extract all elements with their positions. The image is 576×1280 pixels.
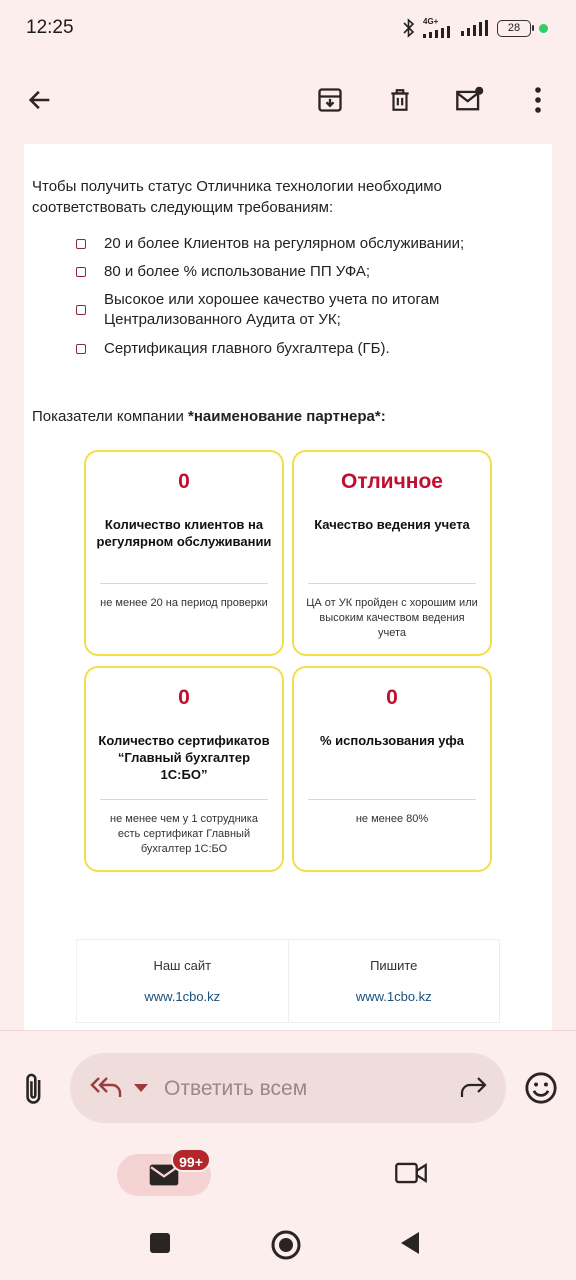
metric-title: % использования уфа [320,733,464,748]
metric-title: Качество ведения учета [314,517,470,532]
email-body: Чтобы получить статус Отличника технолог… [24,144,552,1030]
signal-icon-sim2 [461,20,488,36]
paperclip-icon [26,1073,41,1104]
company-name: *наименование партнера*: [187,408,386,425]
status-time: 12:25 [26,17,74,38]
nav-meet-tab[interactable] [394,1160,428,1191]
emoji-icon [525,1072,557,1104]
back-triangle-icon [401,1232,419,1254]
requirement-text: Сертификация главного бухгалтера (ГБ). [104,340,390,357]
status-indicators: 4G+ 28 [403,18,548,38]
home-circle-icon [271,1230,301,1260]
contact-footer: Наш сайт www.1cbo.kz Пишите www.1cbo.kz [76,939,500,1023]
metric-title: Количество сертификатов “Главный бухгалт… [98,733,270,782]
delete-button[interactable] [378,78,422,122]
metric-title: Количество клиентов на регулярном обслуж… [96,517,272,549]
network-type-label: 4G+ [423,17,439,26]
metric-value: 0 [386,686,398,709]
more-options-button[interactable] [516,78,560,122]
company-prefix: Показатели компании [32,408,188,425]
metric-card-certificates: 0 Количество сертификатов “Главный бухга… [84,666,284,872]
footer-cell-site: Наш сайт www.1cbo.kz [77,940,289,1023]
unread-count-badge: 99+ [171,1148,211,1172]
card-divider [100,799,268,800]
forward-icon [460,1077,487,1097]
attach-button[interactable] [18,1071,50,1107]
requirements-list: 20 и более Клиентов на регулярном обслуж… [76,234,516,367]
battery-indicator: 28 [497,19,534,37]
reply-bar: Ответить всем [0,1030,576,1140]
card-divider [308,799,476,800]
emoji-button[interactable] [524,1071,558,1110]
requirement-item: Высокое или хорошее качество учета по ит… [76,290,516,330]
bluetooth-icon [403,18,415,38]
delete-icon [391,89,409,111]
metric-value: Отличное [341,470,443,493]
footer-cell-write: Пишите www.1cbo.kz [288,940,500,1023]
footer-label: Пишите [370,958,418,973]
reply-mode-dropdown-icon[interactable] [134,1084,148,1092]
recents-square-icon [150,1233,170,1253]
system-navigation [0,1210,576,1280]
back-arrow-icon [28,90,50,110]
footer-label: Наш сайт [153,958,212,973]
archive-icon [318,88,342,112]
reply-all-icon [90,1077,122,1097]
mobile-signal-4g: 4G+ [423,18,453,38]
reply-compose-pill[interactable]: Ответить всем [70,1053,506,1123]
status-bar: 12:25 4G+ 28 [0,0,576,58]
requirement-text: 20 и более Клиентов на регулярном обслуж… [104,235,465,252]
metric-value: 0 [178,470,190,493]
home-button[interactable] [270,1229,302,1266]
requirement-item: 20 и более Клиентов на регулярном обслуж… [76,234,516,254]
metric-note: не менее 20 на период проверки [100,597,268,609]
mark-unread-icon [456,86,484,111]
back-button[interactable] [18,78,62,122]
metric-card-clients: 0 Количество клиентов на регулярном обсл… [84,450,284,656]
back-nav-button[interactable] [399,1231,421,1260]
signal-icon [423,26,450,38]
requirement-item: 80 и более % использование ПП УФА; [76,262,516,282]
footer-link-write[interactable]: www.1cbo.kz [289,989,500,1004]
requirement-item: Сертификация главного бухгалтера (ГБ). [76,339,516,359]
card-divider [100,583,268,584]
top-app-bar [0,58,576,144]
bottom-navigation: 99+ [0,1140,576,1210]
mark-unread-button[interactable] [448,78,492,122]
checkbox-icon [76,344,86,354]
checkbox-icon [76,239,86,249]
archive-button[interactable] [308,78,352,122]
footer-link-site[interactable]: www.1cbo.kz [77,989,288,1004]
checkbox-icon [76,305,86,315]
requirement-text: Высокое или хорошее качество учета по ит… [104,291,440,328]
privacy-indicator-dot [539,23,548,33]
video-camera-icon [395,1162,427,1184]
metric-note: не менее чем у 1 сотрудника есть сертифи… [110,813,258,855]
email-intro-text: Чтобы получить статус Отличника технолог… [32,178,442,216]
more-vert-icon [535,87,541,113]
reply-all-button[interactable] [90,1075,124,1104]
reply-all-input[interactable]: Ответить всем [164,1077,307,1101]
card-divider [308,583,476,584]
forward-button[interactable] [458,1075,488,1104]
metric-card-ufa-usage: 0 % использования уфа не менее 80% [292,666,492,872]
recents-button[interactable] [149,1232,171,1259]
checkbox-icon [76,267,86,277]
metric-note: не менее 80% [355,813,429,825]
company-indicators-heading: Показатели компании *наименование партне… [32,408,386,425]
requirement-text: 80 и более % использование ПП УФА; [104,263,371,280]
metric-note: ЦА от УК пройден с хорошим или высоким к… [306,597,478,639]
metric-card-accounting-quality: Отличное Качество ведения учета ЦА от УК… [292,450,492,656]
metric-value: 0 [178,686,190,709]
